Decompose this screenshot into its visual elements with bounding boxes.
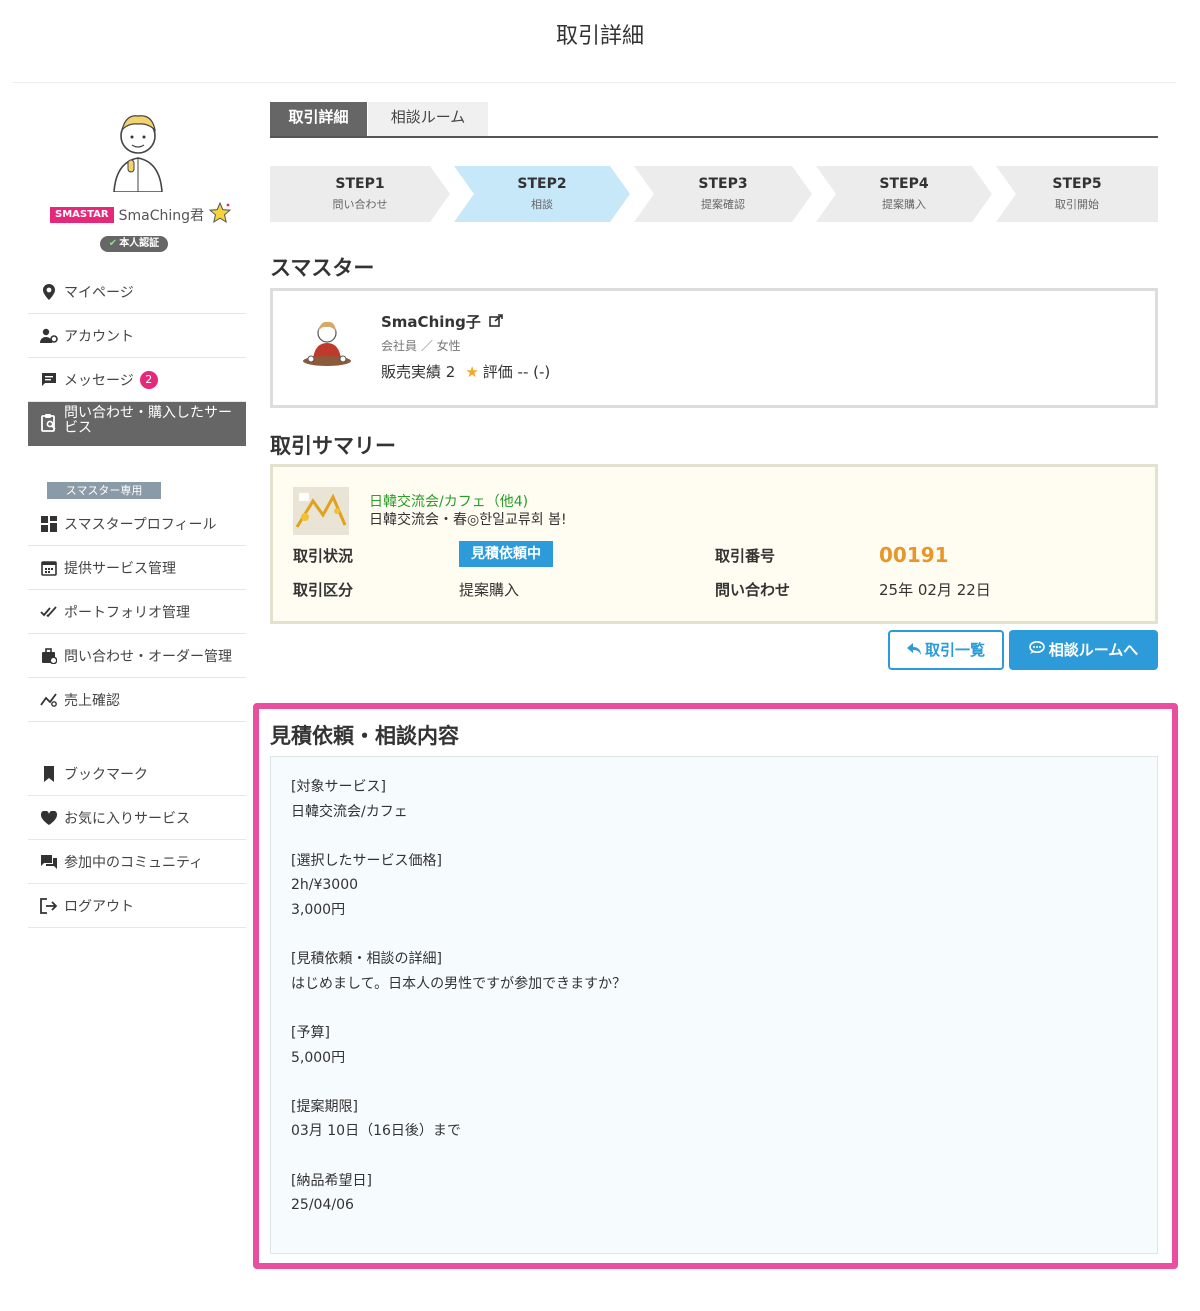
inquiry-line: [予算] [291,1024,330,1041]
main-content: 取引詳細 相談ルーム STEP1 問い合わせ STEP2 相談 STEP3 提案… [270,102,1158,682]
sidebar-item-sales[interactable]: 売上確認 [28,678,246,722]
inquiry-line: [選択したサービス価格] [291,852,442,869]
service-title-link[interactable]: 日韓交流会/カフェ（他4) [369,491,528,511]
inquiry-date: 25年 02月 22日 [879,581,991,599]
sidebar-item-inquiries-purchases[interactable]: 問い合わせ・購入したサービス [28,402,246,446]
external-link-icon [489,313,503,331]
inquiry-content: [対象サービス] 日韓交流会/カフェ [選択したサービス価格] 2h/¥3000… [270,756,1158,1254]
inquiry-spacer [291,923,1137,948]
consultation-room-button[interactable]: 相談ルームへ [1009,630,1158,670]
smastar-only-label: スマスター専用 [47,482,161,499]
sidebar-item-portfolio-management[interactable]: ポートフォリオ管理 [28,590,246,634]
profile-name: SmaChing君 [118,208,204,224]
sidebar-item-communities[interactable]: 参加中のコミュニティ [28,840,246,884]
step-3: STEP3 提案確認 [634,166,812,222]
rating: 評価 -- (-) [482,363,551,381]
user-gear-icon [40,327,58,345]
forum-icon [40,853,58,871]
inquiry-spacer [291,1070,1137,1095]
status-label: 取引状況 [293,547,354,565]
inquiry-line: はじめまして。日本人の男性ですが参加できますか？ [291,975,627,992]
sidebar-item-favorite-services[interactable]: お気に入りサービス [28,796,246,840]
inquiry-heading: 見積依頼・相談内容 [270,724,459,748]
step-progress: STEP1 問い合わせ STEP2 相談 STEP3 提案確認 STEP4 提案… [270,166,1158,222]
smastar-stats: 販売実績 2 ★ 評価 -- (-) [381,361,550,382]
sidebar-item-logout[interactable]: ログアウト [28,884,246,928]
verified-badge: ✔ 本人認証 [100,236,168,252]
chat-bubble-icon [1028,641,1045,659]
heart-icon [40,809,58,827]
check-icon: ✔ [108,238,118,249]
step-4: STEP4 提案購入 [816,166,992,222]
type-value: 提案購入 [459,581,520,599]
double-check-icon [40,603,58,621]
page-title: 取引詳細 [555,24,644,49]
smastar-avatar[interactable] [297,317,359,373]
inquiry-spacer [291,996,1137,1021]
bookmark-icon [40,765,58,783]
inquiry-line: [提案期限] [291,1098,358,1115]
inquiry-line: [見積依頼・相談の詳細] [291,951,442,968]
transaction-list-button[interactable]: 取引一覧 [888,630,1004,670]
map-pin-icon [40,283,58,301]
clipboard-search-icon [40,414,58,432]
sidebar-item-smastar-profile[interactable]: スマスタープロフィール [28,502,246,546]
tab-bar: 取引詳細 相談ルーム [270,102,1158,138]
inquiry-line: 2h/¥3000 [291,877,359,894]
summary-heading: 取引サマリー [270,434,396,458]
service-subtitle: 日韓交流会・春◎한일교류회 봄! [369,512,567,528]
inquiry-line: 25/04/06 [291,1197,354,1214]
chart-line-icon [40,691,58,709]
smastar-attributes: 会社員 ／ 女性 [381,339,461,353]
inquiry-date-label: 問い合わせ [715,581,791,599]
tab-consultation-room[interactable]: 相談ルーム [368,102,488,136]
inquiry-line: [対象サービス] [291,779,386,795]
sidebar-item-account[interactable]: アカウント [28,314,246,358]
step-5: STEP5 取引開始 [996,166,1158,222]
sidebar-menu-other: ブックマーク お気に入りサービス 参加中のコミュニティ ログアウト [28,752,246,928]
logout-icon [40,897,58,915]
status-badge: 見積依頼中 [459,541,553,567]
smastar-heading: スマスター [270,256,375,280]
summary-card: 日韓交流会/カフェ（他4) 日韓交流会・春◎한일교류회 봄! 取引状況 見積依頼… [270,464,1158,624]
briefcase-icon [40,647,58,665]
sidebar-menu-smastar: スマスタープロフィール 提供サービス管理 ポートフォリオ管理 問い合わせ・オーダ… [28,502,246,722]
smastar-name-link[interactable]: SmaChing子 [381,311,503,332]
inquiry-line: 3,000円 [291,901,346,918]
inquiry-spacer [291,1144,1137,1169]
message-count-badge: 2 [139,370,158,389]
sidebar-menu-main: マイページ アカウント メッセージ 2 問い合わせ・購入したサービス [28,270,246,446]
sidebar-item-order-management[interactable]: 問い合わせ・オーダー管理 [28,634,246,678]
step-1: STEP1 問い合わせ [270,166,450,222]
star-badge-icon [208,201,232,229]
star-icon: ★ [465,363,479,381]
sales-count: 販売実績 2 [381,363,456,381]
order-number-label: 取引番号 [715,547,776,565]
step-2: STEP2 相談 [454,166,630,222]
sidebar-item-mypage[interactable]: マイページ [28,270,246,314]
sidebar-item-bookmark[interactable]: ブックマーク [28,752,246,796]
dashboard-icon [40,515,58,533]
order-number: 00191 [879,543,949,567]
inquiry-line: 日韓交流会/カフェ [291,803,408,820]
title-divider [12,82,1176,83]
sidebar-item-message[interactable]: メッセージ 2 [28,358,246,402]
tab-transaction-detail[interactable]: 取引詳細 [270,102,367,136]
smastar-tag: SMASTAR [50,207,114,223]
type-label: 取引区分 [293,581,354,599]
service-thumbnail [293,487,349,535]
profile-line: SMASTAR SmaChing君 [50,201,246,229]
sidebar: SMASTAR SmaChing君 ✔ 本人認証 マイページ アカウント メッセー… [28,96,246,956]
avatar [102,106,174,193]
inquiry-line: 03月 10日（16日後）まで [291,1123,461,1140]
message-icon [40,371,58,389]
calendar-icon [40,559,58,577]
inquiry-line: 5,000円 [291,1049,346,1066]
inquiry-spacer [291,824,1137,849]
inquiry-line: [納品希望日] [291,1172,372,1189]
reply-icon [906,641,921,659]
sidebar-item-service-management[interactable]: 提供サービス管理 [28,546,246,590]
smastar-card: SmaChing子 会社員 ／ 女性 販売実績 2 ★ 評価 -- (-) [270,288,1158,408]
